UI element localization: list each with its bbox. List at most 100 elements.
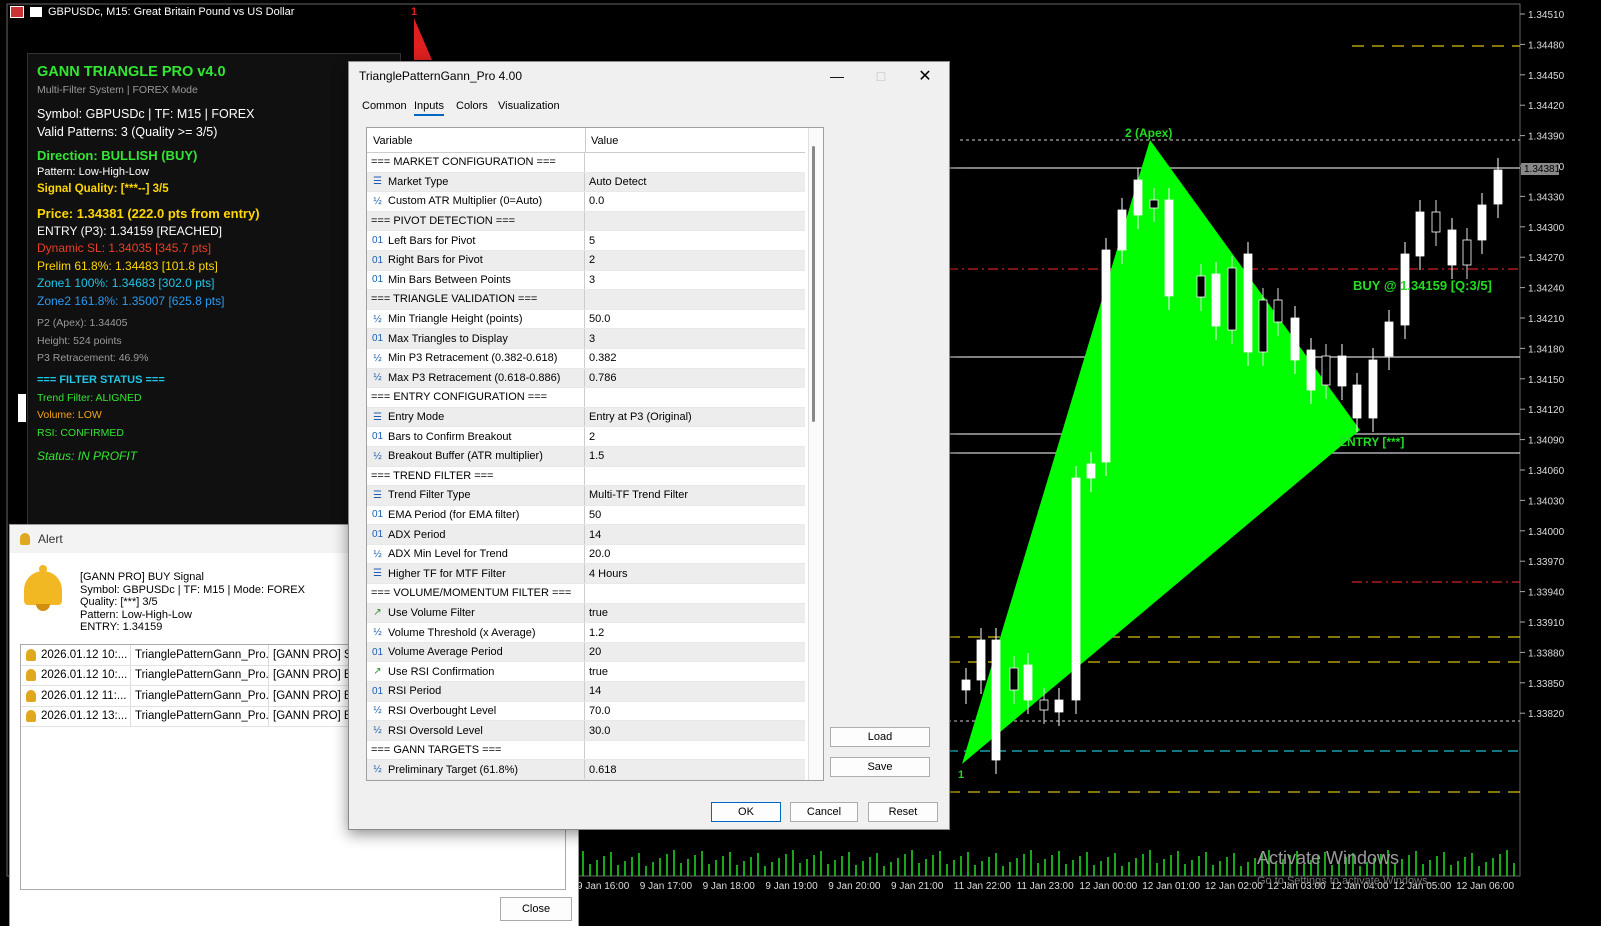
inputs-table-header: Variable Value bbox=[367, 128, 805, 153]
inputs-scrollbar[interactable] bbox=[808, 128, 823, 780]
price-tick-label: 1.34240 bbox=[1528, 284, 1565, 295]
param-value bbox=[585, 584, 805, 603]
param-value[interactable]: 20 bbox=[585, 642, 805, 662]
int-type-icon: 01 bbox=[371, 529, 384, 541]
param-value[interactable]: 0.382 bbox=[585, 349, 805, 368]
tab-visualization[interactable]: Visualization bbox=[498, 100, 560, 112]
param-value[interactable]: 0.618 bbox=[585, 760, 805, 779]
input-section-row[interactable]: === TRIANGLE VALIDATION === bbox=[367, 290, 805, 310]
param-value[interactable]: 0.0 bbox=[585, 192, 805, 211]
input-section-row[interactable]: === VOLUME/MOMENTUM FILTER === bbox=[367, 584, 805, 604]
param-name: === PIVOT DETECTION === bbox=[371, 215, 516, 228]
param-value[interactable]: Entry at P3 (Original) bbox=[585, 407, 805, 427]
param-value[interactable]: Auto Detect bbox=[585, 172, 805, 192]
cancel-button[interactable]: Cancel bbox=[790, 802, 858, 822]
reset-button[interactable]: Reset bbox=[868, 802, 938, 822]
input-param-row[interactable]: 01 ADX Period 14 bbox=[367, 525, 805, 545]
input-param-row[interactable]: ½ Min P3 Retracement (0.382-0.618) 0.382 bbox=[367, 348, 805, 369]
input-section-row[interactable]: === TREND FILTER === bbox=[367, 466, 805, 487]
bull-candle bbox=[1086, 463, 1096, 479]
input-param-row[interactable]: 01 Bars to Confirm Breakout 2 bbox=[367, 427, 805, 447]
input-param-row[interactable]: 01 Volume Average Period 20 bbox=[367, 642, 805, 663]
bull-candle bbox=[991, 639, 1001, 761]
param-value[interactable]: 1.2 bbox=[585, 623, 805, 642]
bool-type-icon: ↗ bbox=[373, 607, 382, 619]
input-param-row[interactable]: 01 Max Triangles to Display 3 bbox=[367, 329, 805, 349]
col-variable-header[interactable]: Variable bbox=[373, 135, 413, 147]
input-param-row[interactable]: 01 EMA Period (for EMA filter) 50 bbox=[367, 505, 805, 526]
input-param-row[interactable]: ½ Min Triangle Height (points) 50.0 bbox=[367, 309, 805, 330]
input-param-row[interactable]: ☰ Higher TF for MTF Filter 4 Hours bbox=[367, 564, 805, 585]
input-param-row[interactable]: ½ Preliminary Target (61.8%) 0.618 bbox=[367, 760, 805, 780]
param-value[interactable]: 50.0 bbox=[585, 310, 805, 329]
save-button[interactable]: Save bbox=[830, 757, 930, 777]
input-section-row[interactable]: === PIVOT DETECTION === bbox=[367, 211, 805, 232]
param-value[interactable]: 1.5 bbox=[585, 446, 805, 466]
param-value[interactable]: 2 bbox=[585, 250, 805, 270]
param-value[interactable]: 4 Hours bbox=[585, 564, 805, 584]
alert-message-line: [GANN PRO] BUY Signal bbox=[80, 571, 204, 583]
tab-inputs[interactable]: Inputs bbox=[414, 100, 444, 116]
param-value[interactable]: 14 bbox=[585, 525, 805, 544]
param-value[interactable]: 3 bbox=[585, 271, 805, 290]
apex-label: 2 (Apex) bbox=[1125, 126, 1172, 140]
col-value-header[interactable]: Value bbox=[591, 135, 618, 147]
param-value[interactable]: 30.0 bbox=[585, 721, 805, 740]
input-param-row[interactable]: ☰ Trend Filter Type Multi-TF Trend Filter bbox=[367, 486, 805, 506]
param-value[interactable]: 0.786 bbox=[585, 368, 805, 388]
param-name-cell: === TREND FILTER === bbox=[367, 466, 585, 486]
input-param-row[interactable]: 01 Left Bars for Pivot 5 bbox=[367, 231, 805, 251]
param-value[interactable]: 20.0 bbox=[585, 545, 805, 564]
int-type-icon: 01 bbox=[371, 509, 384, 521]
param-value[interactable]: 3 bbox=[585, 329, 805, 348]
bear-candle bbox=[1273, 299, 1283, 323]
close-icon[interactable]: ✕ bbox=[903, 62, 947, 90]
time-tick-label: 9 Jan 16:00 bbox=[577, 881, 630, 892]
param-name-cell: === PIVOT DETECTION === bbox=[367, 211, 585, 231]
param-name-cell: ↗ Use Volume Filter bbox=[367, 603, 585, 623]
scrollbar-thumb[interactable] bbox=[812, 146, 815, 422]
tab-common[interactable]: Common bbox=[362, 100, 407, 112]
param-name-cell: 01 Bars to Confirm Breakout bbox=[367, 427, 585, 446]
input-param-row[interactable]: ½ ADX Min Level for Trend 20.0 bbox=[367, 544, 805, 565]
alert-title: Alert bbox=[38, 532, 63, 546]
input-param-row[interactable]: 01 Min Bars Between Points 3 bbox=[367, 270, 805, 291]
param-value[interactable]: 70.0 bbox=[585, 702, 805, 721]
maximize-icon[interactable]: □ bbox=[859, 62, 903, 90]
int-type-icon: 01 bbox=[371, 431, 384, 443]
point1-label: 1 bbox=[958, 769, 964, 781]
bull-candle bbox=[1368, 359, 1378, 419]
tab-colors[interactable]: Colors bbox=[456, 100, 488, 112]
param-value[interactable]: true bbox=[585, 662, 805, 681]
alert-close-button[interactable]: Close bbox=[500, 897, 572, 921]
input-section-row[interactable]: === GANN TARGETS === bbox=[367, 740, 805, 761]
input-param-row[interactable]: ↗ Use Volume Filter true bbox=[367, 603, 805, 624]
param-value[interactable]: 5 bbox=[585, 231, 805, 250]
minimize-icon[interactable]: — bbox=[815, 62, 859, 90]
input-param-row[interactable]: ½ Volume Threshold (x Average) 1.2 bbox=[367, 623, 805, 643]
input-param-row[interactable]: 01 Right Bars for Pivot 2 bbox=[367, 250, 805, 271]
param-value[interactable]: 14 bbox=[585, 682, 805, 701]
input-section-row[interactable]: === ENTRY CONFIGURATION === bbox=[367, 388, 805, 408]
input-param-row[interactable]: 01 RSI Period 14 bbox=[367, 682, 805, 702]
indicator-properties-dialog[interactable]: TrianglePatternGann_Pro 4.00 — □ ✕ Commo… bbox=[348, 61, 950, 830]
param-value[interactable]: 50 bbox=[585, 506, 805, 525]
param-name-cell: 01 ADX Period bbox=[367, 525, 585, 544]
param-name: Left Bars for Pivot bbox=[388, 234, 476, 247]
input-param-row[interactable]: ½ Custom ATR Multiplier (0=Auto) 0.0 bbox=[367, 192, 805, 212]
load-button[interactable]: Load bbox=[830, 727, 930, 747]
input-param-row[interactable]: ½ RSI Oversold Level 30.0 bbox=[367, 721, 805, 741]
input-param-row[interactable]: ½ Breakout Buffer (ATR multiplier) 1.5 bbox=[367, 446, 805, 467]
ok-button[interactable]: OK bbox=[711, 802, 781, 822]
input-param-row[interactable]: ½ RSI Overbought Level 70.0 bbox=[367, 701, 805, 722]
input-param-row[interactable]: ☰ Entry Mode Entry at P3 (Original) bbox=[367, 407, 805, 428]
input-section-row[interactable]: === MARKET CONFIGURATION === bbox=[367, 153, 805, 173]
param-name: === TREND FILTER === bbox=[371, 469, 494, 482]
input-param-row[interactable]: ☰ Market Type Auto Detect bbox=[367, 172, 805, 193]
inputs-table[interactable]: Variable Value === MARKET CONFIGURATION … bbox=[366, 127, 824, 781]
param-value[interactable]: Multi-TF Trend Filter bbox=[585, 486, 805, 505]
input-param-row[interactable]: ↗ Use RSI Confirmation true bbox=[367, 662, 805, 683]
param-value[interactable]: true bbox=[585, 603, 805, 623]
input-param-row[interactable]: ½ Max P3 Retracement (0.618-0.886) 0.786 bbox=[367, 368, 805, 389]
param-value[interactable]: 2 bbox=[585, 427, 805, 446]
